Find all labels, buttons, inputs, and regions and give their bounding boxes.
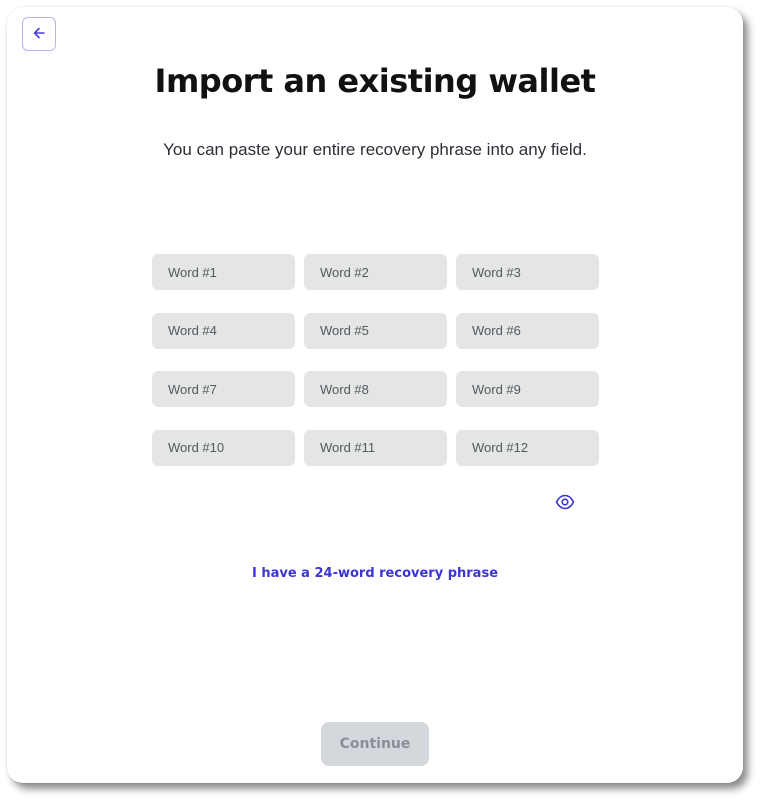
word-input-1[interactable] bbox=[152, 254, 295, 290]
eye-icon bbox=[555, 494, 575, 515]
import-wallet-card: Import an existing wallet You can paste … bbox=[7, 7, 743, 783]
arrow-left-icon bbox=[32, 26, 46, 43]
back-button[interactable] bbox=[22, 17, 56, 51]
word-input-8[interactable] bbox=[304, 371, 447, 407]
word-input-10[interactable] bbox=[152, 429, 295, 466]
continue-button[interactable]: Continue bbox=[321, 722, 429, 766]
toggle-visibility-button[interactable] bbox=[555, 494, 575, 515]
page-title: Import an existing wallet bbox=[154, 62, 596, 100]
recovery-phrase-grid bbox=[152, 254, 599, 466]
word-input-5[interactable] bbox=[304, 312, 447, 349]
word-input-12[interactable] bbox=[456, 429, 599, 466]
word-input-6[interactable] bbox=[456, 312, 599, 349]
word-input-2[interactable] bbox=[304, 254, 447, 290]
word-input-3[interactable] bbox=[456, 254, 599, 290]
word-input-7[interactable] bbox=[152, 371, 295, 407]
page-subtitle: You can paste your entire recovery phras… bbox=[163, 140, 587, 159]
word-input-9[interactable] bbox=[456, 371, 599, 407]
use-24-word-phrase-link[interactable]: I have a 24-word recovery phrase bbox=[7, 566, 743, 581]
word-input-11[interactable] bbox=[304, 429, 447, 466]
word-input-4[interactable] bbox=[152, 312, 295, 349]
